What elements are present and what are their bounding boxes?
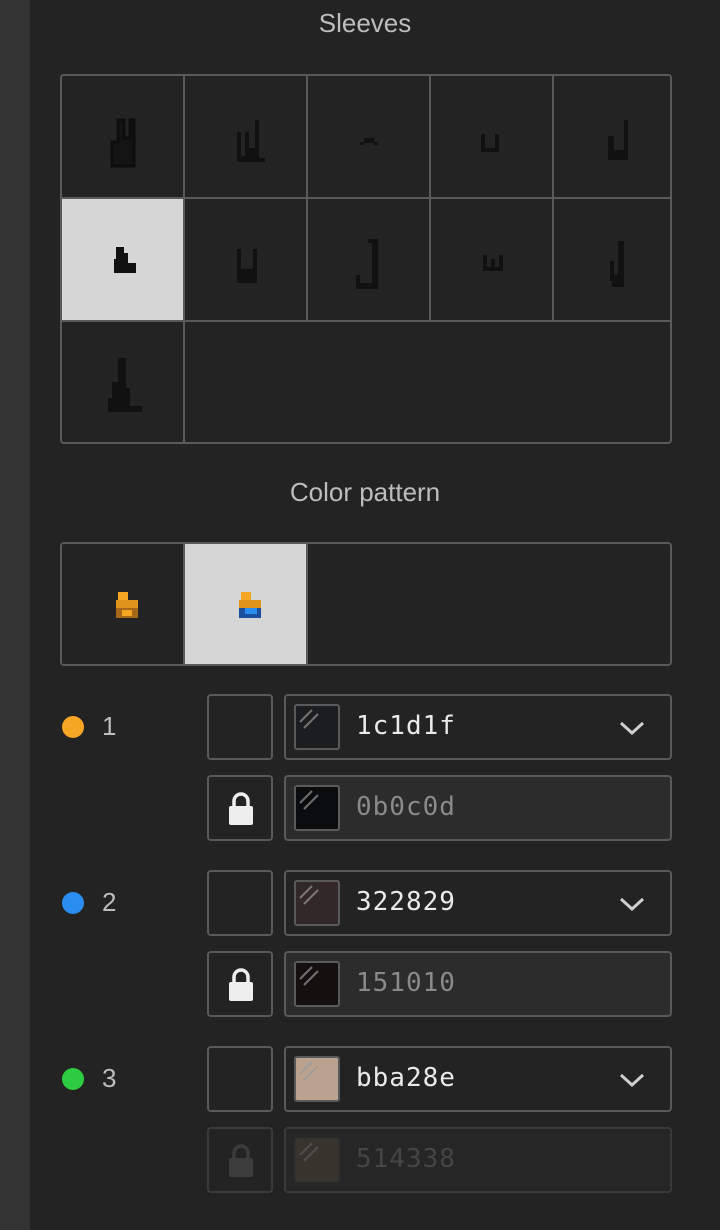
color-hex-value: bba28e [356,1063,456,1093]
pattern-option-2[interactable] [185,544,306,664]
sleeve-option-6[interactable] [62,199,183,320]
color-hex-value: 0b0c0d [356,792,456,822]
sleeve-sprite-icon [608,120,628,160]
color-1-lock-button[interactable] [207,775,273,841]
color-2-primary-dropdown[interactable]: 322829 [284,870,672,936]
sleeve-option-10[interactable] [554,199,670,320]
color-hex-value: 514338 [356,1144,456,1174]
chevron-down-icon [619,1073,645,1088]
sleeve-option-2[interactable] [185,76,306,197]
sleeves-grid [60,74,672,444]
sleeves-title: Sleeves [318,8,412,38]
color-2-indicator-dot [62,892,84,914]
color-3-secondary-field: 514338 [284,1127,672,1193]
color-3-primary-toggle[interactable] [207,1046,273,1112]
color-1-primary-dropdown[interactable]: 1c1d1f [284,694,672,760]
color-hex-value: 151010 [356,968,456,998]
sleeve-sprite-icon [360,138,378,145]
sleeve-option-11[interactable] [62,322,183,442]
color-3-indicator-dot [62,1068,84,1090]
color-2-primary-toggle[interactable] [207,870,273,936]
sleeve-option-3[interactable] [308,76,429,197]
color-1-secondary-field: 0b0c0d [284,775,672,841]
color-3-number: 3 [102,1063,117,1093]
chevron-down-icon [619,721,645,736]
color-pattern-title: Color pattern [289,477,441,507]
color-swatch [294,704,340,750]
color-1-number: 1 [102,711,117,741]
sleeve-option-8[interactable] [308,199,429,320]
sleeve-sprite-icon [483,255,503,271]
pattern-option-1[interactable] [62,544,183,664]
color-hex-value: 1c1d1f [356,711,456,741]
color-swatch [294,1137,340,1183]
sleeve-option-5[interactable] [554,76,670,197]
color-2-number: 2 [102,887,117,917]
color-3-lock-button[interactable] [207,1127,273,1193]
color-swatch [294,785,340,831]
sleeve-option-9[interactable] [431,199,552,320]
sleeve-sprite-icon [237,120,265,162]
sleeve-sprite-icon [356,239,378,289]
sleeve-sprite-icon [481,134,499,152]
color-hex-value: 322829 [356,887,456,917]
color-swatch [294,1056,340,1102]
color-swatch [294,880,340,926]
color-3-primary-dropdown[interactable]: bba28e [284,1046,672,1112]
sleeve-sprite-icon [237,249,257,283]
color-2-lock-button[interactable] [207,951,273,1017]
pattern-sprite-icon [239,592,261,618]
color-1-primary-toggle[interactable] [207,694,273,760]
color-2-secondary-field: 151010 [284,951,672,1017]
color-1-indicator-dot [62,716,84,738]
sleeve-sprite-icon [114,247,136,273]
sleeve-sprite-icon [610,241,624,287]
sleeve-sprite-icon [108,358,142,412]
sleeve-option-1[interactable] [62,76,183,197]
color-pattern-grid [60,542,672,666]
sleeve-option-7[interactable] [185,199,306,320]
sleeve-option-4[interactable] [431,76,552,197]
color-swatch [294,961,340,1007]
pattern-sprite-icon [116,592,138,618]
sleeve-sprite-icon [110,118,136,168]
chevron-down-icon [619,897,645,912]
